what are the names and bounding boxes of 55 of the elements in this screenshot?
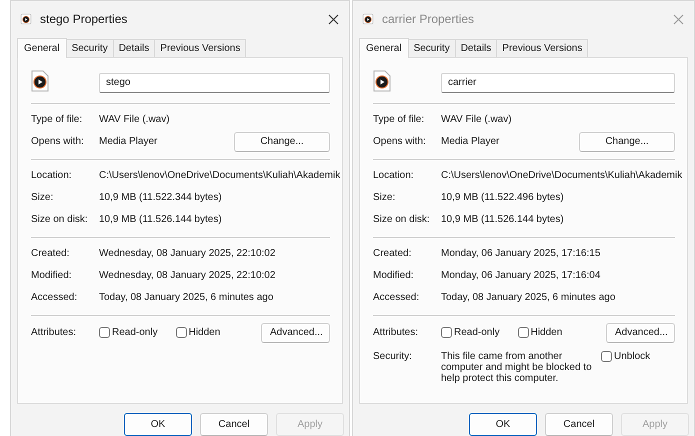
property-label: Opens with: <box>373 136 427 147</box>
property-label: Location: <box>373 170 415 181</box>
property-value: Monday, 06 January 2025, 17:16:15 <box>441 248 602 259</box>
property-label: Size on disk: <box>31 214 89 225</box>
property-label: Accessed: <box>31 292 78 303</box>
property-value: Monday, 06 January 2025, 17:16:04 <box>441 270 602 281</box>
property-value: Media Player <box>441 136 500 147</box>
property-label: Type of file: <box>31 114 84 125</box>
change-button[interactable]: Change... <box>234 132 330 152</box>
checkbox[interactable] <box>176 327 187 338</box>
property-label: Modified: <box>31 270 73 281</box>
property-value: C:\Users\lenov\OneDrive\Documents\Kuliah\Akademik <box>99 170 340 181</box>
advanced-button[interactable]: Advanced... <box>261 322 330 342</box>
tab[interactable]: General <box>17 38 67 58</box>
property-label: Size: <box>373 192 396 203</box>
media-file-icon <box>362 13 374 25</box>
tab[interactable]: Security <box>66 38 114 56</box>
dialog-button[interactable]: Cancel <box>200 413 268 436</box>
media-file-icon <box>373 70 391 92</box>
dialog-button[interactable]: OK <box>124 413 192 436</box>
checkbox-label[interactable]: Read-only <box>112 327 158 338</box>
property-value: WAV File (.wav) <box>441 114 513 125</box>
property-value: Today, 08 January 2025, 6 minutes ago <box>441 292 616 303</box>
window-title: stego Properties <box>40 12 128 26</box>
security-message: This file came from another computer and might be blocked to help protect this computer. <box>441 350 593 384</box>
property-value: 10,9 MB (11.522.496 bytes) <box>441 192 565 203</box>
property-value: 10,9 MB (11.526.144 bytes) <box>99 214 223 225</box>
property-label: Created: <box>373 248 412 259</box>
tab[interactable]: Previous Versions <box>154 38 246 56</box>
property-label: Attributes: <box>373 327 420 338</box>
property-value: Wednesday, 08 January 2025, 22:10:02 <box>99 248 276 259</box>
property-label: Attributes: <box>31 327 78 338</box>
property-label: Location: <box>31 170 73 181</box>
property-value: Today, 08 January 2025, 6 minutes ago <box>99 292 274 303</box>
property-value: Wednesday, 08 January 2025, 22:10:02 <box>99 270 276 281</box>
property-value: WAV File (.wav) <box>99 114 171 125</box>
property-value: C:\Users\lenov\OneDrive\Documents\Kuliah\Akademik <box>441 170 682 181</box>
checkbox-label[interactable]: Hidden <box>188 327 220 338</box>
property-label: Type of file: <box>373 114 426 125</box>
window-title: carrier Properties <box>382 12 476 26</box>
property-label: Size on disk: <box>373 214 431 225</box>
property-label: Created: <box>31 248 70 259</box>
property-label: Accessed: <box>373 292 420 303</box>
property-label: Opens with: <box>31 136 85 147</box>
media-file-icon <box>31 70 49 92</box>
file-name-field[interactable]: stego <box>99 72 330 92</box>
checkbox[interactable] <box>99 327 110 338</box>
property-label: Modified: <box>373 270 415 281</box>
close-icon[interactable] <box>328 14 339 24</box>
property-label: Size: <box>31 192 54 203</box>
media-file-icon <box>20 13 32 25</box>
property-value: Media Player <box>99 136 158 147</box>
property-value: 10,9 MB (11.522.344 bytes) <box>99 192 223 203</box>
property-value: 10,9 MB (11.526.144 bytes) <box>441 214 565 225</box>
property-label: Security: <box>373 350 413 362</box>
